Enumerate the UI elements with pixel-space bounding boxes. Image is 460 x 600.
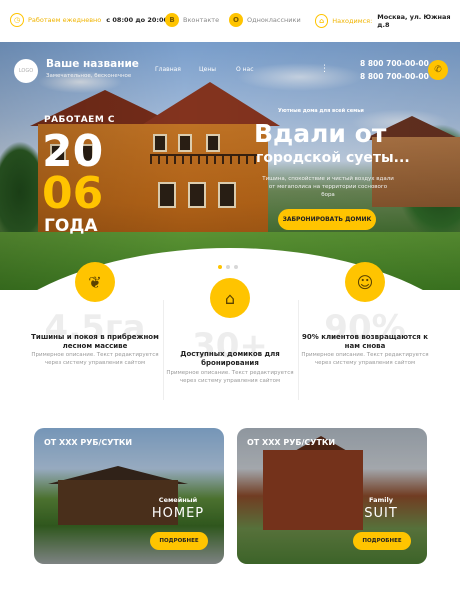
offer-type: SUIT: [364, 506, 398, 521]
slider-dot-2[interactable]: [226, 265, 230, 269]
nav-prices[interactable]: Цены: [199, 66, 216, 73]
feature-desc-3: Примерное описание. Текст редактируется …: [301, 352, 429, 366]
address: ⌂ Находимся: Москва, ул. Южная д.8: [315, 13, 460, 29]
working-hours: ◷ Работаем ежедневно с 08:00 до 20:00: [10, 13, 168, 27]
slider-dot-1[interactable]: [218, 265, 222, 269]
offer-subtitle: Family: [369, 496, 393, 504]
offer-price: ОТ XXX РУБ/СУТКИ: [247, 438, 336, 447]
offer-card-family-room[interactable]: ОТ XXX РУБ/СУТКИ Семейный НОМЕР ПОДРОБНЕ…: [34, 428, 224, 564]
feature-desc-2: Примерное описание. Текст редактируется …: [166, 370, 294, 384]
offer-details-button[interactable]: ПОДРОБНЕЕ: [353, 532, 411, 550]
offer-type: НОМЕР: [151, 506, 205, 521]
offer-card-family-suit[interactable]: ОТ XXX РУБ/СУТКИ Family SUIT ПОДРОБНЕЕ: [237, 428, 427, 564]
since-label: РАБОТАЕМ С: [44, 115, 116, 125]
phone-call-button[interactable]: ✆: [428, 60, 448, 80]
nav-home[interactable]: Главная: [155, 66, 181, 73]
book-house-button[interactable]: ЗАБРОНИРОВАТЬ ДОМИК: [278, 209, 376, 230]
ok-label: Одноклассники: [247, 16, 301, 24]
brand-subtitle: Замечательное, бесконечное: [46, 73, 132, 79]
nav-about[interactable]: О нас: [236, 66, 254, 73]
clients-feature-icon: ☺: [345, 262, 385, 302]
location-icon: ⌂: [315, 14, 329, 28]
address-label: Находимся:: [332, 17, 373, 25]
logo[interactable]: LOGO: [14, 59, 38, 83]
hero-title: Вдали от: [254, 119, 387, 148]
address-value: Москва, ул. Южная д.8: [377, 13, 451, 29]
vk-label: Вконтакте: [183, 16, 220, 24]
more-menu-icon[interactable]: ⋮: [320, 64, 329, 74]
feature-desc-1: Примерное описание. Текст редактируется …: [31, 352, 159, 366]
hero-description: Тишина, спокойствие и чистый воздух вдал…: [262, 176, 394, 198]
offer-subtitle: Семейный: [158, 496, 198, 504]
top-info-bar: ◷ Работаем ежедневно с 08:00 до 20:00 B …: [0, 0, 460, 42]
years-label: ГОДА: [44, 216, 98, 236]
forest-feature-icon: ❦: [75, 262, 115, 302]
year-bottom: 06: [42, 168, 104, 219]
vk-link[interactable]: B Вконтакте: [165, 13, 219, 27]
working-hours-label: Работаем ежедневно: [28, 16, 102, 24]
hero-subtitle: городской суеты...: [256, 150, 410, 166]
ok-link[interactable]: O Одноклассники: [229, 13, 301, 27]
vk-icon: B: [165, 13, 179, 27]
feature-title-1: Тишины и покоя в прибрежном лесном масси…: [31, 333, 159, 350]
offer-price: ОТ XXX РУБ/СУТКИ: [44, 438, 133, 447]
slider-dots: [218, 265, 238, 269]
working-hours-value: с 08:00 до 20:00: [106, 16, 169, 24]
slider-dot-3[interactable]: [234, 265, 238, 269]
offer-details-button[interactable]: ПОДРОБНЕЕ: [150, 532, 208, 550]
hero-tagline: Уютные дома для всей семьи: [278, 108, 364, 114]
phone-icon: ✆: [434, 65, 442, 75]
phone-number-1[interactable]: 8 800 700-00-00: [360, 59, 429, 68]
feature-title-3: 90% клиентов возвращаются к нам снова: [302, 333, 428, 350]
brand-name[interactable]: Ваше название: [46, 58, 139, 70]
house-feature-icon: ⌂: [210, 278, 250, 318]
phone-number-2[interactable]: 8 800 700-00-00: [360, 72, 429, 81]
ok-icon: O: [229, 13, 243, 27]
clock-icon: ◷: [10, 13, 24, 27]
feature-title-2: Доступных домиков для бронирования: [180, 350, 280, 367]
